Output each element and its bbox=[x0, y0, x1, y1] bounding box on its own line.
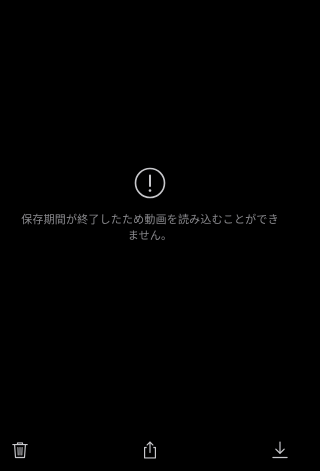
video-viewer: 保存期間が終了したため動画を読み込むことができません。 bbox=[0, 0, 300, 471]
bottom-toolbar bbox=[0, 438, 300, 464]
download-icon bbox=[272, 441, 288, 459]
error-message: 保存期間が終了したため動画を読み込むことができません。 bbox=[21, 213, 279, 242]
share-button[interactable] bbox=[138, 438, 162, 462]
trash-icon bbox=[12, 442, 28, 459]
share-icon bbox=[144, 441, 156, 459]
exclamation-circle-icon bbox=[134, 167, 166, 199]
load-error-panel: 保存期間が終了したため動画を読み込むことができません。 bbox=[0, 167, 300, 244]
download-button[interactable] bbox=[268, 438, 292, 462]
delete-button[interactable] bbox=[8, 438, 32, 462]
